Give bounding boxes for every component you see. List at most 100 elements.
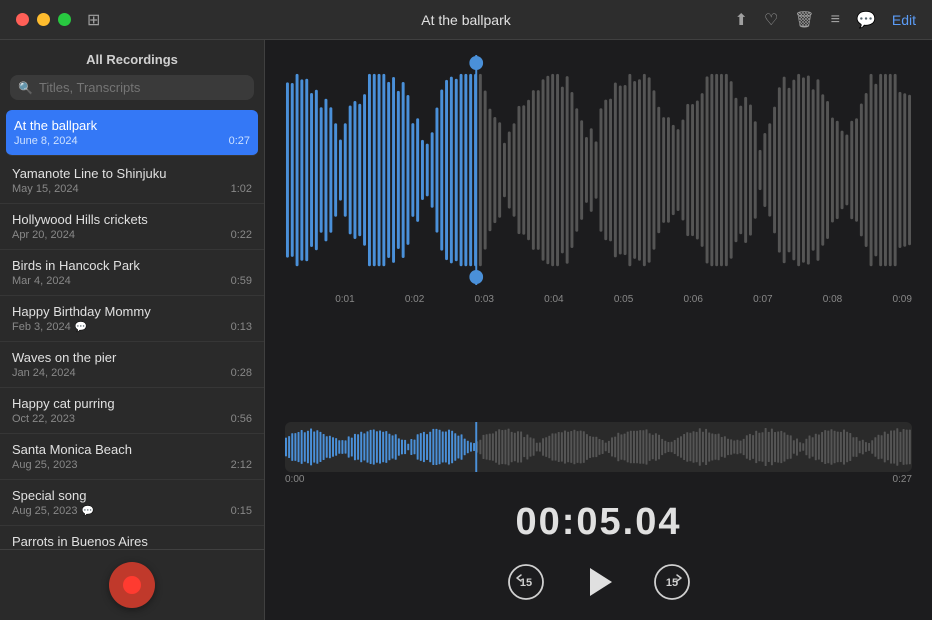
recording-item-title: Birds in Hancock Park (12, 258, 252, 273)
recording-item-title: Special song (12, 488, 252, 503)
recording-item-meta: Oct 22, 2023 0:56 (12, 413, 252, 425)
ruler-mark: 0:03 (475, 294, 494, 305)
recording-item-meta: Apr 20, 2024 0:22 (12, 229, 252, 241)
ruler-mark: 0:01 (335, 294, 354, 305)
recording-item-duration: 0:27 (229, 135, 250, 147)
playback-controls: 15 15 (265, 552, 932, 620)
main-panel: 0:01 0:02 0:03 0:04 0:05 0:06 0:07 0:08 0:09 0:0… (265, 40, 932, 620)
transcript-icon: 💬 (75, 322, 87, 333)
sidebar: All Recordings 🔍 At the ballpark June 8, … (0, 40, 265, 620)
close-button[interactable] (16, 13, 29, 26)
play-icon (590, 568, 612, 596)
titlebar: ⊞ At the ballpark ⬆ ♡ 🗑 ≡ 💬 Edit (0, 0, 932, 40)
ruler-mark: 0:07 (753, 294, 772, 305)
svg-text:15: 15 (665, 577, 677, 589)
delete-icon[interactable]: 🗑 (794, 10, 814, 30)
recording-item[interactable]: Santa Monica Beach Aug 25, 2023 2:12 (0, 434, 264, 480)
waveform-main[interactable]: 0:01 0:02 0:03 0:04 0:05 0:06 0:07 0:08 0:09 (265, 40, 932, 422)
ruler-mark: 0:02 (405, 294, 424, 305)
recording-item-duration: 2:12 (231, 459, 252, 471)
recording-item-title: Santa Monica Beach (12, 442, 252, 457)
skip-forward-icon: 15 (653, 563, 691, 601)
skip-back-icon: 15 (507, 563, 545, 601)
recording-item-meta: Feb 3, 2024 💬 0:13 (12, 321, 252, 333)
recording-item-date: Feb 3, 2024 💬 (12, 321, 87, 333)
recording-item[interactable]: Happy cat purring Oct 22, 2023 0:56 (0, 388, 264, 434)
recording-item[interactable]: Happy Birthday Mommy Feb 3, 2024 💬 0:13 (0, 296, 264, 342)
recording-item-title: At the ballpark (14, 118, 250, 133)
recording-item[interactable]: Yamanote Line to Shinjuku May 15, 2024 1:0… (0, 158, 264, 204)
recording-item-meta: May 15, 2024 1:02 (12, 183, 252, 195)
recording-item-duration: 0:56 (231, 413, 252, 425)
recording-item-duration: 1:02 (231, 183, 252, 195)
recording-item-date: Oct 22, 2023 (12, 413, 75, 425)
recording-item-duration: 0:28 (231, 367, 252, 379)
ruler-mark: 0:09 (892, 294, 911, 305)
recording-item-meta: Aug 25, 2023 2:12 (12, 459, 252, 471)
mini-time-end: 0:27 (893, 474, 912, 485)
waveform-canvas[interactable] (285, 50, 912, 290)
search-input[interactable] (39, 80, 246, 95)
transcript-icon: 💬 (81, 506, 93, 517)
recording-item[interactable]: Parrots in Buenos Aires (0, 526, 264, 549)
recording-item-duration: 0:22 (231, 229, 252, 241)
recording-item[interactable]: Waves on the pier Jan 24, 2024 0:28 (0, 342, 264, 388)
recording-item-meta: June 8, 2024 0:27 (14, 135, 250, 147)
skip-forward-button[interactable]: 15 (653, 563, 691, 601)
ruler-mark: 0:04 (544, 294, 563, 305)
recording-item[interactable]: Hollywood Hills crickets Apr 20, 2024 0:22 (0, 204, 264, 250)
mini-waveform-container: 0:00 0:27 (265, 422, 932, 487)
play-button[interactable] (577, 560, 621, 604)
window-controls (16, 13, 71, 26)
svg-text:15: 15 (519, 577, 531, 589)
record-button-inner (123, 576, 141, 594)
recording-item-title: Waves on the pier (12, 350, 252, 365)
recording-item-title: Yamanote Line to Shinjuku (12, 166, 252, 181)
recording-item-meta: Mar 4, 2024 0:59 (12, 275, 252, 287)
recording-item-duration: 0:15 (231, 505, 252, 517)
search-bar[interactable]: 🔍 (10, 75, 254, 100)
recording-item-date: Aug 25, 2023 💬 (12, 505, 94, 517)
window-title: At the ballpark (421, 12, 511, 28)
favorite-icon[interactable]: ♡ (764, 10, 778, 30)
recording-item-date: Aug 25, 2023 (12, 459, 77, 471)
recording-item[interactable]: At the ballpark June 8, 2024 0:27 (6, 110, 258, 156)
recording-item-date: May 15, 2024 (12, 183, 79, 195)
recording-item[interactable]: Special song Aug 25, 2023 💬 0:15 (0, 480, 264, 526)
ruler-mark: 0:06 (683, 294, 702, 305)
recording-item-date: Jan 24, 2024 (12, 367, 76, 379)
mini-waveform-svg[interactable] (285, 422, 912, 472)
mini-waveform-wrapper[interactable] (285, 422, 912, 472)
sidebar-header: All Recordings (0, 40, 264, 75)
time-ruler: 0:01 0:02 0:03 0:04 0:05 0:06 0:07 0:08 0:09 (285, 290, 912, 311)
recording-item-date: Apr 20, 2024 (12, 229, 75, 241)
recording-item-date: June 8, 2024 (14, 135, 78, 147)
record-button[interactable] (109, 562, 155, 608)
recordings-list: At the ballpark June 8, 2024 0:27 Yamanote … (0, 108, 264, 549)
skip-back-button[interactable]: 15 (507, 563, 545, 601)
recording-item-title: Happy cat purring (12, 396, 252, 411)
edit-button[interactable]: Edit (892, 12, 916, 28)
recording-item-duration: 0:59 (231, 275, 252, 287)
recording-item-duration: 0:13 (231, 321, 252, 333)
minimize-button[interactable] (37, 13, 50, 26)
waveform-svg[interactable] (285, 55, 912, 285)
ruler-mark: 0:08 (823, 294, 842, 305)
recording-item-title: Hollywood Hills crickets (12, 212, 252, 227)
recording-item-title: Parrots in Buenos Aires (12, 534, 252, 549)
mini-time-row: 0:00 0:27 (285, 472, 912, 487)
list-icon[interactable]: ≡ (831, 11, 840, 29)
titlebar-actions: ⬆ ♡ 🗑 ≡ 💬 Edit (735, 10, 916, 30)
maximize-button[interactable] (58, 13, 71, 26)
sidebar-footer (0, 549, 264, 620)
share-icon[interactable]: ⬆ (735, 10, 748, 30)
recording-item-date: Mar 4, 2024 (12, 275, 71, 287)
recording-item[interactable]: Birds in Hancock Park Mar 4, 2024 0:59 (0, 250, 264, 296)
chat-icon[interactable]: 💬 (856, 10, 876, 30)
sidebar-toggle-icon[interactable]: ⊞ (87, 10, 100, 30)
recording-item-meta: Jan 24, 2024 0:28 (12, 367, 252, 379)
main-content: All Recordings 🔍 At the ballpark June 8, … (0, 40, 932, 620)
recording-item-title: Happy Birthday Mommy (12, 304, 252, 319)
timer-display: 00:05.04 (265, 491, 932, 552)
ruler-mark: 0:05 (614, 294, 633, 305)
